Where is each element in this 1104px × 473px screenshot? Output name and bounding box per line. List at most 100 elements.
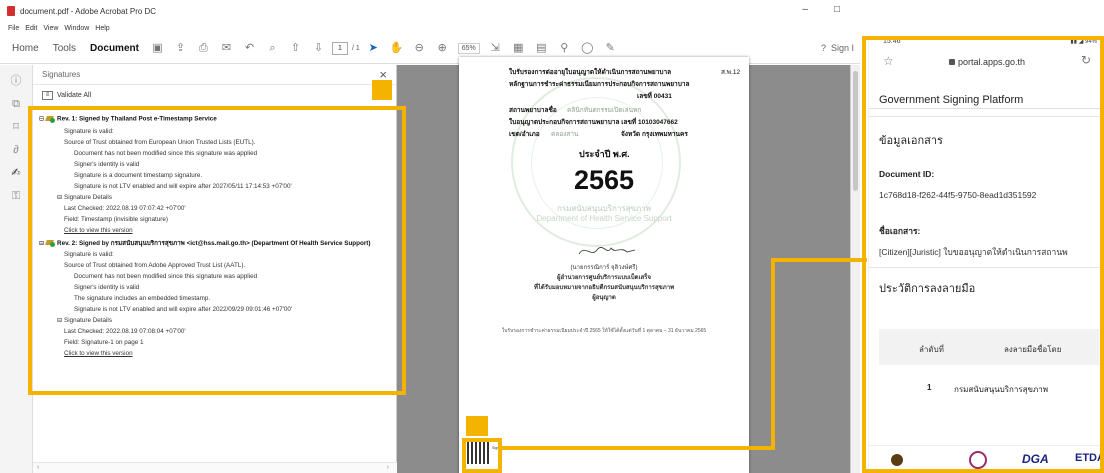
window-title: document.pdf - Adobe Acrobat Pro DC <box>20 6 157 16</box>
doc-license: ใบอนุญาตประกอบกิจการสถานพยาบาล เลขที่ 10… <box>509 119 678 126</box>
pages-icon[interactable]: ⧉ <box>9 97 23 111</box>
stamp-icon[interactable]: ⚲ <box>558 42 571 55</box>
rev1-view-version-link[interactable]: Click to view this version <box>64 227 133 234</box>
print-icon[interactable]: ⎙ <box>197 42 210 55</box>
rev1-details-toggle[interactable]: ⊟ Signature Details <box>57 194 112 201</box>
lock-icon <box>949 59 955 65</box>
page-total: / 1 <box>351 45 360 52</box>
signature-valid-icon <box>46 239 56 248</box>
doc-validity: ใบรับรองการชำระค่าธรรมเนียมประจำปี 2565 … <box>501 328 707 334</box>
comment-icon[interactable]: ◯ <box>581 42 594 55</box>
menu-bar: File Edit View Window Help <box>0 22 860 34</box>
rev2-line: Source of Trust obtained from Adobe Appr… <box>64 262 246 269</box>
menu-help[interactable]: Help <box>95 25 109 32</box>
next-page-icon[interactable]: ⇩ <box>312 42 325 55</box>
tab-home[interactable]: Home <box>0 43 46 54</box>
doc-district: คลองสาน <box>551 131 579 138</box>
tab-tools[interactable]: Tools <box>46 43 83 54</box>
horizontal-scrollbar[interactable]: ‹ › <box>33 462 397 473</box>
zoom-out-icon[interactable]: ⊖ <box>413 42 426 55</box>
rev2-field: Field: Signature-1 on page 1 <box>64 339 144 346</box>
menu-view[interactable]: View <box>43 25 58 32</box>
doc-signer-role: ผู้อนุญาต <box>592 295 616 301</box>
validate-icon: ≡ <box>42 90 53 100</box>
rev1-line: Signer's identity is valid <box>74 161 140 168</box>
document-info-card: ข้อมูลเอกสาร Document ID: 1c768d18-f262-… <box>869 116 1104 268</box>
rev1-line: Signature is a document timestamp signat… <box>74 172 203 179</box>
doc-name-value: [Citizen][Juristic] ใบขออนุญาตให้ดำเนินก… <box>879 247 1068 257</box>
security-icon[interactable]: ⚿ <box>9 189 23 203</box>
rev1-line: Signature is valid: <box>64 128 114 135</box>
phone-battery: ▮▮ ◢ 94% <box>1070 39 1097 45</box>
reload-icon[interactable]: ↻ <box>1081 53 1091 67</box>
menu-file[interactable]: File <box>8 25 19 32</box>
form-icon[interactable]: ▤ <box>535 42 548 55</box>
email-icon[interactable]: ✉ <box>220 42 233 55</box>
doc-info-heading: ข้อมูลเอกสาร <box>879 135 943 147</box>
select-cursor-icon[interactable]: ➤ <box>367 42 380 55</box>
rev1-heading[interactable]: ⊟ Rev. 1: Signed by Thailand Post e-Time… <box>39 115 217 123</box>
doc-signer-title2: ที่ได้รับมอบหมายจากอธิบดีกรมสนับสนุนบริก… <box>533 285 675 291</box>
doc-signer-name: (นายกรรณิการ์ จุลิวงษ์ศรี) <box>570 265 638 271</box>
scrolling-mode-icon[interactable]: ▦ <box>512 42 525 55</box>
url-field[interactable]: portal.apps.go.th <box>949 57 1025 67</box>
zoom-level-select[interactable]: 65% <box>457 43 480 54</box>
row1-sequence: 1 <box>927 383 932 392</box>
tab-document[interactable]: Document <box>83 43 146 54</box>
fit-page-icon[interactable]: ⇲ <box>489 42 502 55</box>
ministry-logo <box>969 451 987 469</box>
rev2-view-version-link[interactable]: Click to view this version <box>64 350 133 357</box>
mobile-portal-screenshot: 15:46 ▮▮ ◢ 94% ☆ portal.apps.go.th ↻ Gov… <box>868 35 1104 473</box>
signing-history: ประวัติการลงลายมือ ลำดับที่ ลงลายมือชื่อ… <box>869 267 1104 473</box>
history-heading: ประวัติการลงลายมือ <box>879 283 976 295</box>
rev2-details-toggle[interactable]: ⊟ Signature Details <box>57 317 112 324</box>
validate-all-button[interactable]: ≡ Validate All <box>33 85 396 105</box>
doc-signer-title: ผู้อำนวยการศูนย์บริการแบบเบ็ดเสร็จ <box>556 275 652 281</box>
acrobat-window: document.pdf - Adobe Acrobat Pro DC – □ … <box>0 0 860 473</box>
dga-logo: DGA <box>1022 452 1049 466</box>
doc-dept-en: Department of Health Service Support <box>536 214 672 223</box>
signature-panel-icon[interactable]: ✍ <box>9 166 23 180</box>
history-table-header: ลำดับที่ ลงลายมือชื่อโดย <box>879 329 1099 365</box>
attachment-icon[interactable]: ∂ <box>9 143 23 157</box>
minimize-button[interactable]: – <box>802 4 808 15</box>
save-icon[interactable]: ▣ <box>151 42 164 55</box>
rev1-field: Field: Timestamp (invisible signature) <box>64 216 168 223</box>
scroll-left-icon[interactable]: ‹ <box>37 464 39 471</box>
rev2-line: Signer's identity is valid <box>74 284 140 291</box>
vertical-scrollbar[interactable] <box>850 65 860 473</box>
menu-window[interactable]: Window <box>64 25 89 32</box>
bookmark-icon[interactable]: ⌑ <box>9 120 23 134</box>
info-icon[interactable]: ⓘ <box>9 74 23 88</box>
portal-footer: DGA ETDA <box>869 445 1104 473</box>
maximize-button[interactable]: □ <box>834 4 840 15</box>
prev-page-icon[interactable]: ⇧ <box>289 42 302 55</box>
doc-district-label: เขต/อำเภอ <box>509 131 540 138</box>
doc-clinic-name: คลินิกทันตกรรมเปิดเล่นหก <box>567 107 642 114</box>
undo-icon[interactable]: ↶ <box>243 42 256 55</box>
help-icon[interactable]: ? <box>821 43 826 53</box>
upload-icon[interactable]: ⇪ <box>174 42 187 55</box>
connector-line <box>498 446 775 450</box>
search-icon[interactable]: ⌕ <box>266 42 279 55</box>
scroll-right-icon[interactable]: › <box>387 464 389 471</box>
government-seal-logo <box>891 454 903 466</box>
sign-in-button[interactable]: Sign I <box>831 43 854 53</box>
scroll-thumb[interactable] <box>853 71 858 191</box>
doc-id-label: Document ID: <box>879 169 935 179</box>
doc-number: เลขที่ 00431 <box>637 93 672 100</box>
connector-line <box>771 258 775 450</box>
hand-tool-icon[interactable]: ✋ <box>390 42 404 55</box>
rev2-heading[interactable]: ⊟ Rev. 2: Signed by กรมสนับสนุนบริการสุข… <box>39 238 370 248</box>
star-icon[interactable]: ☆ <box>883 54 894 68</box>
zoom-in-icon[interactable]: ⊕ <box>436 42 449 55</box>
document-viewer: ใบรับรองการต่ออายุใบอนุญาตให้ดำเนินการสถ… <box>397 57 860 473</box>
title-bar: document.pdf - Adobe Acrobat Pro DC – □ <box>0 0 860 22</box>
etda-logo: ETDA <box>1075 452 1104 464</box>
col-sequence: ลำดับที่ <box>919 345 944 354</box>
menu-edit[interactable]: Edit <box>25 25 37 32</box>
pen-icon[interactable]: ✎ <box>604 42 617 55</box>
pdf-page: ใบรับรองการต่ออายุใบอนุญาตให้ดำเนินการสถ… <box>459 57 749 473</box>
page-number-input[interactable]: 1 <box>331 42 348 55</box>
rev2-line: Signature is not LTV enabled and will ex… <box>74 306 293 313</box>
